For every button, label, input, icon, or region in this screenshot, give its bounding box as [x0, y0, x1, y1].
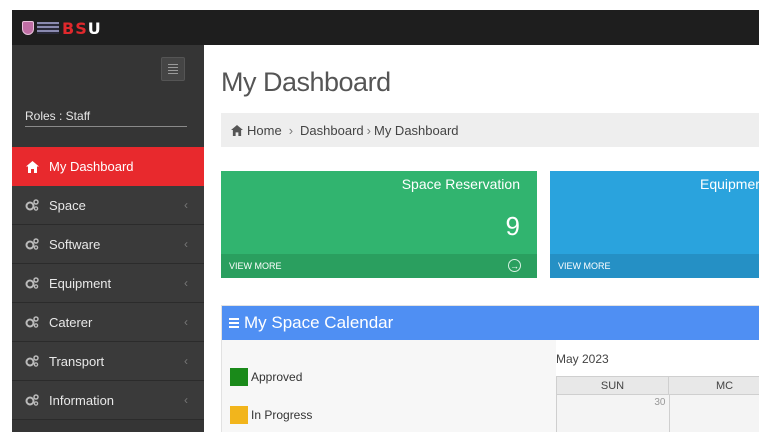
view-more-link[interactable]: VIEW MORE → [221, 254, 537, 278]
app-frame: BSU Roles : Staff My Dashboard Space ‹ S… [12, 10, 759, 432]
card-label: Space Reservation [401, 176, 520, 192]
bars-icon [229, 318, 239, 328]
breadcrumb-separator: › [288, 122, 294, 138]
breadcrumb-current: My Dashboard [373, 122, 459, 138]
calendar-month: May 2023 [556, 352, 609, 366]
calendar-grid: SUN MC 30 [556, 376, 759, 432]
sidebar-item-equipment[interactable]: Equipment ‹ [12, 264, 204, 303]
logo-emblem-icon [37, 22, 59, 34]
sidebar-item-label: Equipment [49, 275, 112, 291]
chevron-left-icon: ‹ [184, 276, 188, 290]
cogs-icon [25, 198, 39, 212]
calendar-day-cell[interactable] [669, 395, 759, 432]
breadcrumb-home-link[interactable]: Home [247, 123, 282, 138]
legend-item-approved: Approved [230, 368, 302, 386]
calendar: May 2023 SUN MC 30 [556, 340, 759, 432]
calendar-legend: Approved In Progress [222, 340, 556, 432]
chevron-left-icon: ‹ [184, 354, 188, 368]
view-more-link[interactable]: VIEW MORE [550, 254, 759, 278]
sidebar-item-label: Caterer [49, 314, 93, 330]
home-icon [25, 160, 39, 174]
sidebar-item-label: Transport [49, 353, 105, 369]
chevron-left-icon: ‹ [184, 393, 188, 407]
chevron-left-icon: ‹ [184, 237, 188, 251]
sidebar-item-caterer[interactable]: Caterer ‹ [12, 303, 204, 342]
sidebar-item-my-dashboard[interactable]: My Dashboard [12, 147, 204, 186]
arrow-circle-right-icon: → [508, 259, 521, 272]
cogs-icon [25, 393, 39, 407]
calendar-day-cell[interactable]: 30 [557, 395, 670, 432]
cogs-icon [25, 276, 39, 290]
sidebar-nav: My Dashboard Space ‹ Software ‹ Equipmen… [12, 147, 204, 420]
crest-icon [22, 21, 34, 35]
breadcrumb: Home › Dashboard › My Dashboard [221, 113, 759, 147]
breadcrumb-dashboard-link[interactable]: Dashboard [300, 123, 364, 138]
legend-label: Approved [251, 370, 303, 384]
top-bar: BSU [12, 10, 759, 45]
space-calendar-panel: My Space Calendar Approved In Progress M… [221, 305, 759, 432]
roles-label: Roles : Staff [25, 109, 187, 127]
sidebar-item-information[interactable]: Information ‹ [12, 381, 204, 420]
cogs-icon [25, 354, 39, 368]
logo[interactable]: BSU [22, 17, 102, 39]
sidebar-item-label: Space [49, 197, 86, 213]
sidebar-item-space[interactable]: Space ‹ [12, 186, 204, 225]
sidebar-item-software[interactable]: Software ‹ [12, 225, 204, 264]
calendar-day-header: SUN MC [556, 376, 759, 395]
menu-toggle-button[interactable] [161, 57, 185, 81]
sidebar-item-label: My Dashboard [49, 159, 134, 174]
logo-text: BSU [62, 18, 102, 38]
card-label: Equipmer [700, 176, 759, 192]
calendar-header: My Space Calendar [222, 306, 759, 340]
sidebar-item-label: Software [49, 236, 101, 252]
sidebar: Roles : Staff My Dashboard Space ‹ Softw [12, 45, 204, 432]
calendar-title: My Space Calendar [244, 313, 394, 332]
legend-swatch [230, 368, 248, 386]
space-reservation-card: Space Reservation 9 VIEW MORE → [221, 171, 537, 278]
view-more-label: VIEW MORE [229, 261, 282, 271]
cogs-icon [25, 315, 39, 329]
breadcrumb-separator: › [366, 122, 371, 138]
chevron-left-icon: ‹ [184, 198, 188, 212]
cogs-icon [25, 237, 39, 251]
sidebar-item-label: Information [49, 392, 115, 408]
day-header-mon: MC [669, 377, 759, 394]
view-more-label: VIEW MORE [558, 261, 611, 271]
legend-item-in-progress: In Progress [230, 406, 312, 424]
page-title: My Dashboard [221, 67, 391, 97]
card-count: 9 [505, 211, 520, 241]
calendar-week-row: 30 [556, 395, 759, 432]
chevron-left-icon: ‹ [184, 315, 188, 329]
legend-swatch [230, 406, 248, 424]
home-icon [231, 124, 243, 136]
sidebar-item-transport[interactable]: Transport ‹ [12, 342, 204, 381]
legend-label: In Progress [251, 408, 313, 422]
main-content: My Dashboard Home › Dashboard › My Dashb… [204, 45, 759, 432]
day-header-sun: SUN [557, 377, 669, 394]
equipment-card: Equipmer VIEW MORE [550, 171, 759, 278]
